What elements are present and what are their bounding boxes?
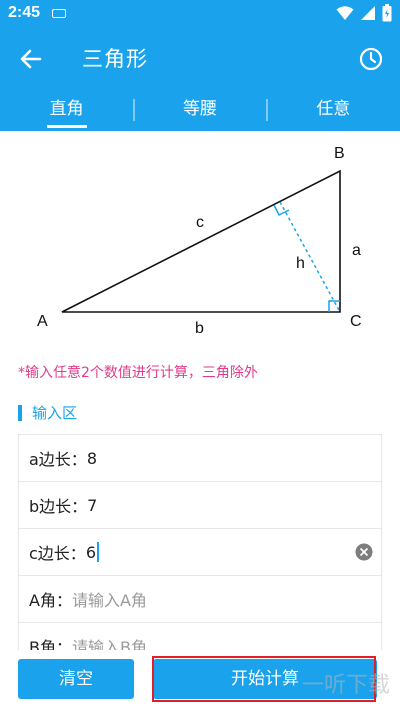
active-tab-indicator (46, 125, 87, 128)
field-placeholder[interactable]: 请输入A角 (72, 587, 147, 611)
tab-isosceles[interactable]: 等腰 (133, 90, 266, 131)
back-arrow-icon[interactable] (16, 44, 46, 74)
side-a-field[interactable]: a边长： 8 (19, 435, 381, 482)
toolbar: 三角形 (0, 28, 400, 90)
field-label: c边长： (29, 544, 86, 563)
field-label: A角： (29, 591, 72, 610)
side-c-field[interactable]: c边长： 6 (19, 529, 381, 576)
bottom-action-bar: 清空 开始计算 一听下载 (0, 650, 400, 710)
tab-bar: 直角 等腰 任意 (0, 90, 400, 131)
section-accent-bar (18, 404, 22, 421)
field-value[interactable]: 6 (86, 543, 96, 562)
clear-button[interactable]: 清空 (18, 659, 134, 699)
tab-right-angle[interactable]: 直角 (0, 90, 133, 131)
tab-label: 直角 (49, 99, 84, 119)
field-label: a边长： (29, 450, 87, 469)
app-screen: 2:45 三角形 直角 等腰 任意 A B C a b c h *输入任意2个数… (0, 0, 400, 710)
vertex-b-label: B (334, 145, 345, 162)
side-b-label: b (195, 320, 204, 337)
tab-label: 任意 (316, 99, 351, 119)
status-icons (336, 4, 392, 22)
vertex-c-label: C (350, 313, 362, 330)
tab-divider (266, 99, 268, 121)
tab-arbitrary[interactable]: 任意 (267, 90, 400, 131)
input-hint: *输入任意2个数值进行计算，三角除外 (18, 365, 258, 381)
triangle-shape (61, 169, 341, 313)
vertex-a-label: A (37, 313, 48, 330)
battery-icon (382, 4, 392, 22)
side-b-field[interactable]: b边长： 7 (19, 482, 381, 529)
page-title: 三角形 (82, 47, 148, 71)
tab-divider (133, 99, 135, 121)
history-clock-icon[interactable] (356, 44, 386, 74)
clear-input-icon[interactable] (355, 543, 373, 561)
side-a-label: a (352, 242, 361, 259)
watermark-text: 一听下载 (301, 673, 390, 698)
tab-label: 等腰 (182, 99, 217, 119)
keyboard-icon (52, 9, 66, 18)
height-line (279, 201, 341, 313)
input-section-header: 输入区 (18, 402, 77, 423)
field-label: b边长： (29, 497, 88, 516)
field-value[interactable]: 7 (87, 496, 97, 515)
side-c-label: c (196, 214, 204, 231)
status-bar: 2:45 (0, 0, 400, 28)
wifi-icon (336, 6, 354, 20)
text-cursor (97, 542, 99, 562)
input-fields: a边长： 8 b边长： 7 c边长： 6 A角： 请输入A角 B角： 请输入B角 (18, 434, 382, 670)
signal-icon (361, 6, 375, 20)
angle-a-field[interactable]: A角： 请输入A角 (19, 576, 381, 623)
triangle-diagram: A B C a b c h (37, 145, 362, 337)
field-value[interactable]: 8 (87, 449, 97, 468)
status-time: 2:45 (8, 4, 41, 21)
section-title: 输入区 (32, 404, 78, 422)
height-label: h (296, 255, 305, 272)
